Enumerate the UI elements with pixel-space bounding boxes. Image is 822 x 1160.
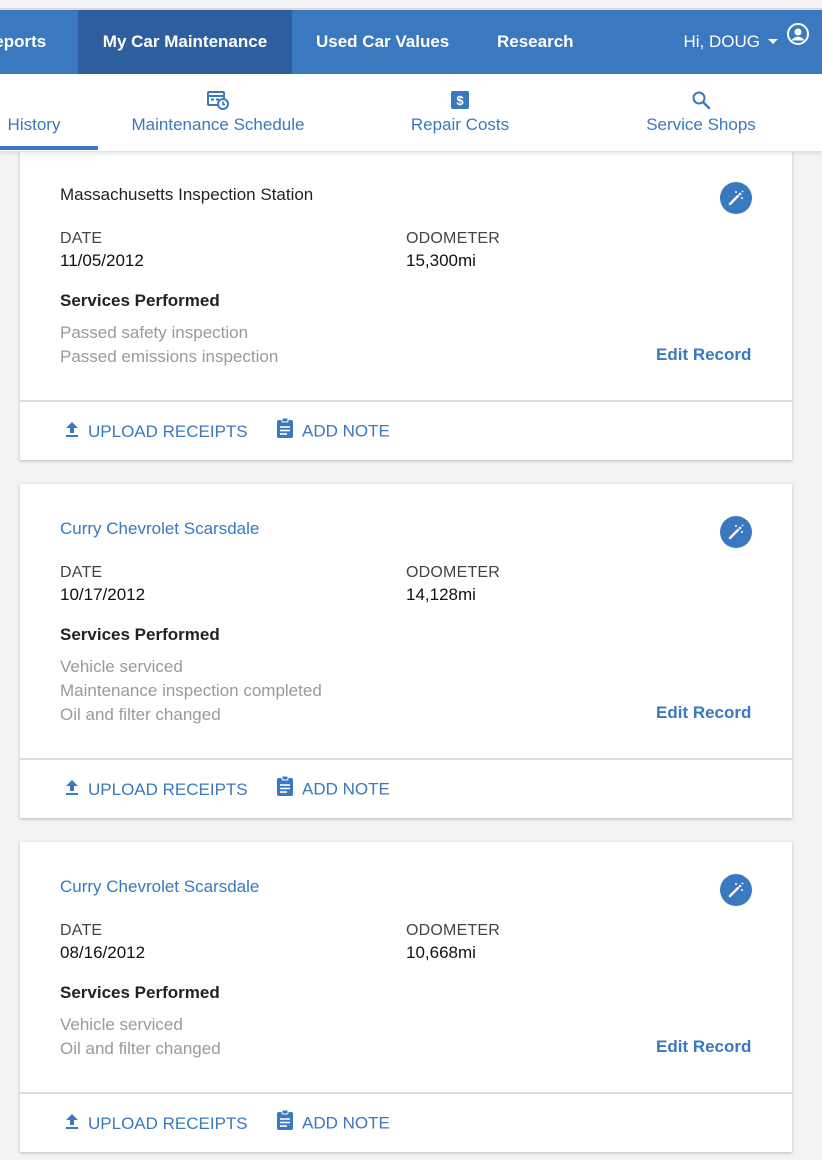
add-note-button[interactable]: ADD NOTE bbox=[276, 775, 390, 802]
tab-maintenance-schedule[interactable]: Maintenance Schedule bbox=[118, 74, 318, 151]
service-record-card: Curry Chevrolet Scarsdale DATE 08/16/201… bbox=[20, 842, 792, 1152]
user-greeting: Hi, DOUG bbox=[683, 32, 761, 51]
nav-my-car-maintenance[interactable]: My Car Maintenance bbox=[78, 10, 292, 74]
upload-receipts-button[interactable]: UPLOAD RECEIPTS bbox=[64, 1112, 248, 1135]
shop-name-link[interactable]: Curry Chevrolet Scarsdale bbox=[60, 519, 259, 539]
date-label: DATE bbox=[60, 230, 103, 247]
magic-wand-icon bbox=[728, 524, 744, 540]
services-heading: Services Performed bbox=[60, 291, 220, 310]
service-record-card: Massachusetts Inspection Station DATE 11… bbox=[20, 140, 792, 460]
services-heading: Services Performed bbox=[60, 625, 220, 644]
active-tab-indicator bbox=[0, 146, 98, 150]
edit-record-link[interactable]: Edit Record bbox=[656, 1037, 751, 1057]
service-item: Passed emissions inspection bbox=[60, 347, 279, 366]
odometer-label: ODOMETER bbox=[406, 564, 501, 581]
magic-wand-icon bbox=[728, 882, 744, 898]
tab-repair-costs[interactable]: $ Repair Costs bbox=[360, 74, 560, 151]
add-note-button[interactable]: ADD NOTE bbox=[276, 1109, 390, 1136]
service-item: Vehicle serviced bbox=[60, 657, 183, 676]
upload-icon bbox=[64, 778, 80, 801]
date-value: 11/05/2012 bbox=[60, 251, 144, 270]
date-label: DATE bbox=[60, 922, 103, 939]
magic-wand-button[interactable] bbox=[720, 874, 752, 906]
magic-wand-icon bbox=[728, 190, 744, 206]
upload-receipts-button[interactable]: UPLOAD RECEIPTS bbox=[64, 420, 248, 443]
service-item: Vehicle serviced bbox=[60, 1015, 183, 1034]
top-nav-bar: Reports My Car Maintenance Used Car Valu… bbox=[0, 8, 822, 74]
calendar-clock-icon bbox=[207, 90, 229, 115]
add-note-button[interactable]: ADD NOTE bbox=[276, 417, 390, 444]
sub-nav: History Maintenance Schedule $ Repair Co… bbox=[0, 74, 822, 152]
odometer-label: ODOMETER bbox=[406, 230, 501, 247]
odometer-value: 14,128mi bbox=[406, 585, 476, 604]
services-heading: Services Performed bbox=[60, 983, 220, 1002]
chevron-down-icon bbox=[768, 38, 778, 44]
divider bbox=[20, 400, 792, 402]
tab-history[interactable]: History bbox=[0, 74, 98, 151]
shop-name: Massachusetts Inspection Station bbox=[60, 185, 314, 204]
upload-icon bbox=[64, 420, 80, 443]
edit-record-link[interactable]: Edit Record bbox=[656, 345, 751, 365]
nav-reports[interactable]: Reports bbox=[0, 10, 78, 74]
svg-text:$: $ bbox=[456, 93, 464, 108]
shop-name-link[interactable]: Curry Chevrolet Scarsdale bbox=[60, 877, 259, 897]
nav-research[interactable]: Research bbox=[497, 10, 574, 74]
search-icon bbox=[691, 90, 711, 115]
user-menu[interactable]: Hi, DOUG bbox=[684, 10, 811, 74]
odometer-value: 10,668mi bbox=[406, 943, 476, 962]
account-icon bbox=[786, 9, 810, 73]
tab-service-shops[interactable]: Service Shops bbox=[601, 74, 801, 151]
edit-record-link[interactable]: Edit Record bbox=[656, 703, 751, 723]
divider bbox=[20, 758, 792, 760]
upload-receipts-button[interactable]: UPLOAD RECEIPTS bbox=[64, 778, 248, 801]
date-value: 08/16/2012 bbox=[60, 943, 146, 962]
odometer-value: 15,300mi bbox=[406, 251, 476, 270]
clipboard-icon bbox=[276, 1109, 294, 1136]
divider bbox=[20, 1092, 792, 1094]
magic-wand-button[interactable] bbox=[720, 516, 752, 548]
service-item: Maintenance inspection completed bbox=[60, 681, 322, 700]
magic-wand-button[interactable] bbox=[720, 182, 752, 214]
date-label: DATE bbox=[60, 564, 103, 581]
service-item: Passed safety inspection bbox=[60, 323, 249, 342]
odometer-label: ODOMETER bbox=[406, 922, 501, 939]
service-item: Oil and filter changed bbox=[60, 705, 221, 724]
dollar-icon: $ bbox=[450, 90, 470, 115]
clipboard-icon bbox=[276, 417, 294, 444]
service-item: Oil and filter changed bbox=[60, 1039, 221, 1058]
upload-icon bbox=[64, 1112, 80, 1135]
service-record-card: Curry Chevrolet Scarsdale DATE 10/17/201… bbox=[20, 484, 792, 818]
nav-used-car-values[interactable]: Used Car Values bbox=[316, 10, 449, 74]
date-value: 10/17/2012 bbox=[60, 585, 146, 604]
clipboard-icon bbox=[276, 775, 294, 802]
